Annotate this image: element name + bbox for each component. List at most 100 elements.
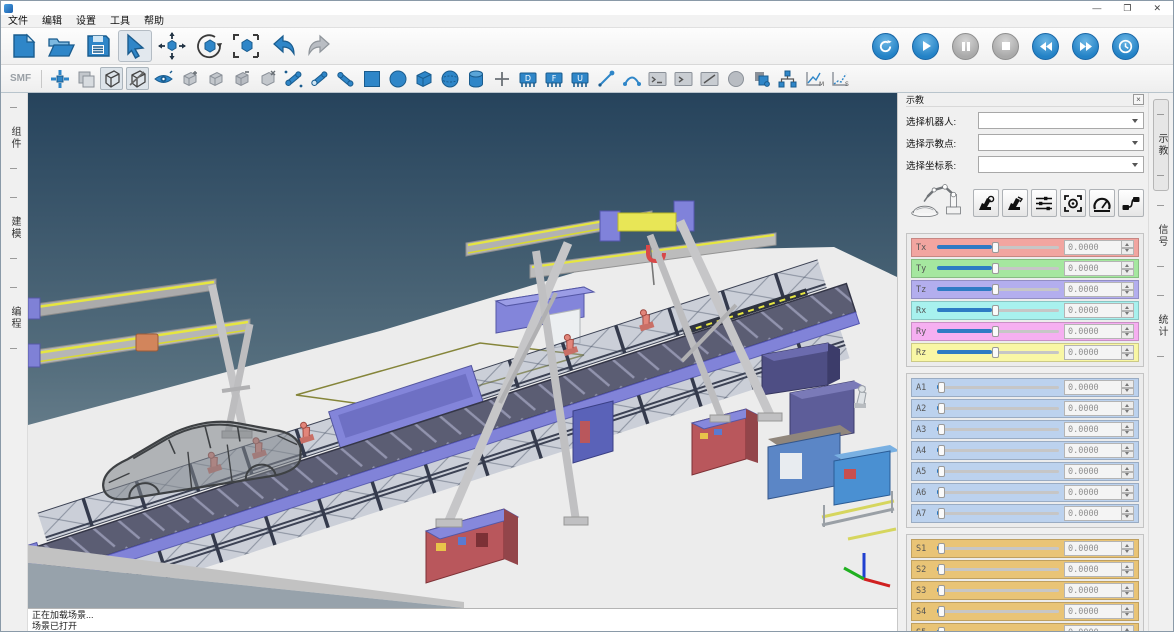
tree-structure-icon[interactable] bbox=[776, 67, 799, 90]
robot-select-value[interactable] bbox=[979, 113, 1132, 128]
tcp-tool-icon[interactable] bbox=[48, 67, 71, 90]
new-file-button[interactable] bbox=[7, 30, 41, 62]
spin-buttons[interactable] bbox=[1122, 443, 1134, 458]
rx-slider[interactable] bbox=[937, 304, 1059, 317]
joint-tool-z-icon[interactable] bbox=[334, 67, 357, 90]
rotate-tool-button[interactable] bbox=[192, 30, 226, 62]
step-forward-button[interactable] bbox=[1072, 33, 1099, 60]
title-bar[interactable]: — ❐ ✕ bbox=[1, 1, 1173, 15]
menu-help[interactable]: 帮助 bbox=[137, 15, 171, 28]
spin-buttons[interactable] bbox=[1122, 324, 1134, 339]
a3-slider[interactable] bbox=[937, 423, 1059, 436]
spin-buttons[interactable] bbox=[1122, 345, 1134, 360]
layers-icon[interactable] bbox=[750, 67, 773, 90]
s4-slider[interactable] bbox=[937, 605, 1059, 618]
teachpoint-select[interactable] bbox=[978, 134, 1144, 151]
smf-button[interactable]: SMF bbox=[6, 73, 35, 84]
component-add-icon[interactable] bbox=[178, 67, 201, 90]
line-tool-icon[interactable] bbox=[594, 67, 617, 90]
chart-s-icon[interactable]: S bbox=[828, 67, 851, 90]
chart-m-icon[interactable]: M bbox=[802, 67, 825, 90]
create-box-icon[interactable] bbox=[412, 67, 435, 90]
menu-tools[interactable]: 工具 bbox=[103, 15, 137, 28]
record-circle-icon[interactable] bbox=[724, 67, 747, 90]
right-tab-statistics[interactable]: 统计 bbox=[1154, 281, 1168, 371]
undo-button[interactable] bbox=[266, 30, 300, 62]
ty-value-input[interactable] bbox=[1064, 261, 1122, 276]
panel-close-icon[interactable]: × bbox=[1133, 94, 1144, 105]
3d-viewport[interactable] bbox=[28, 93, 897, 608]
a4-value-input[interactable] bbox=[1064, 443, 1122, 458]
teach-robot-move-button[interactable] bbox=[1002, 189, 1028, 217]
spin-buttons[interactable] bbox=[1122, 604, 1134, 619]
move-tool-button[interactable] bbox=[155, 30, 189, 62]
close-button[interactable]: ✕ bbox=[1153, 4, 1161, 13]
create-plane-icon[interactable] bbox=[360, 67, 383, 90]
create-cylinder-icon[interactable] bbox=[464, 67, 487, 90]
section-cube-icon[interactable] bbox=[126, 67, 149, 90]
a5-slider[interactable] bbox=[937, 465, 1059, 478]
wireframe-cube-icon[interactable] bbox=[100, 67, 123, 90]
s1-slider[interactable] bbox=[937, 542, 1059, 555]
save-file-button[interactable] bbox=[81, 30, 115, 62]
s2-slider[interactable] bbox=[937, 563, 1059, 576]
step-back-button[interactable] bbox=[1032, 33, 1059, 60]
s3-slider[interactable] bbox=[937, 584, 1059, 597]
menu-file[interactable]: 文件 bbox=[1, 15, 35, 28]
spin-buttons[interactable] bbox=[1122, 506, 1134, 521]
stop-button[interactable] bbox=[992, 33, 1019, 60]
teachpoint-select-value[interactable] bbox=[979, 135, 1132, 150]
component-cut-icon[interactable] bbox=[230, 67, 253, 90]
s2-value-input[interactable] bbox=[1064, 562, 1122, 577]
restore-button[interactable]: ❐ bbox=[1123, 4, 1131, 13]
a1-slider[interactable] bbox=[937, 381, 1059, 394]
a6-slider[interactable] bbox=[937, 486, 1059, 499]
rz-slider[interactable] bbox=[937, 346, 1059, 359]
joint-tool-y-icon[interactable] bbox=[308, 67, 331, 90]
right-tab-teach[interactable]: 示教 bbox=[1153, 99, 1169, 191]
left-tab-components[interactable]: 组件 bbox=[7, 93, 21, 183]
a2-slider[interactable] bbox=[937, 402, 1059, 415]
teach-speed-gauge-button[interactable] bbox=[1089, 189, 1115, 217]
spin-buttons[interactable] bbox=[1122, 422, 1134, 437]
ry-value-input[interactable] bbox=[1064, 324, 1122, 339]
component-copy-icon[interactable] bbox=[204, 67, 227, 90]
create-circle-icon[interactable] bbox=[386, 67, 409, 90]
copy-view-icon[interactable] bbox=[74, 67, 97, 90]
component-delete-icon[interactable] bbox=[256, 67, 279, 90]
add-plus-icon[interactable] bbox=[490, 67, 513, 90]
frame-select-tool-button[interactable] bbox=[229, 30, 263, 62]
spin-buttons[interactable] bbox=[1122, 464, 1134, 479]
right-tab-signal[interactable]: 信号 bbox=[1154, 191, 1168, 281]
pause-button[interactable] bbox=[952, 33, 979, 60]
spin-buttons[interactable] bbox=[1122, 282, 1134, 297]
a7-value-input[interactable] bbox=[1064, 506, 1122, 521]
visibility-eye-icon[interactable] bbox=[152, 67, 175, 90]
ty-slider[interactable] bbox=[937, 262, 1059, 275]
chip-f-icon[interactable]: F bbox=[542, 67, 565, 90]
s5-value-input[interactable] bbox=[1064, 625, 1122, 632]
left-tab-programming[interactable]: 编程 bbox=[7, 273, 21, 363]
tz-slider[interactable] bbox=[937, 283, 1059, 296]
chip-u-icon[interactable]: U bbox=[568, 67, 591, 90]
spin-buttons[interactable] bbox=[1122, 261, 1134, 276]
a3-value-input[interactable] bbox=[1064, 422, 1122, 437]
tx-slider[interactable] bbox=[937, 241, 1059, 254]
spin-buttons[interactable] bbox=[1122, 583, 1134, 598]
terminal-1-icon[interactable] bbox=[646, 67, 669, 90]
terminal-2-icon[interactable] bbox=[672, 67, 695, 90]
s5-slider[interactable] bbox=[937, 626, 1059, 632]
reset-button[interactable] bbox=[872, 33, 899, 60]
teach-robot-jog-button[interactable] bbox=[973, 189, 999, 217]
a6-value-input[interactable] bbox=[1064, 485, 1122, 500]
ry-slider[interactable] bbox=[937, 325, 1059, 338]
menu-settings[interactable]: 设置 bbox=[69, 15, 103, 28]
spin-buttons[interactable] bbox=[1122, 303, 1134, 318]
a5-value-input[interactable] bbox=[1064, 464, 1122, 479]
menu-edit[interactable]: 编辑 bbox=[35, 15, 69, 28]
minimize-button[interactable]: — bbox=[1092, 4, 1101, 13]
s3-value-input[interactable] bbox=[1064, 583, 1122, 598]
a1-value-input[interactable] bbox=[1064, 380, 1122, 395]
spin-buttons[interactable] bbox=[1122, 562, 1134, 577]
time-button[interactable] bbox=[1112, 33, 1139, 60]
